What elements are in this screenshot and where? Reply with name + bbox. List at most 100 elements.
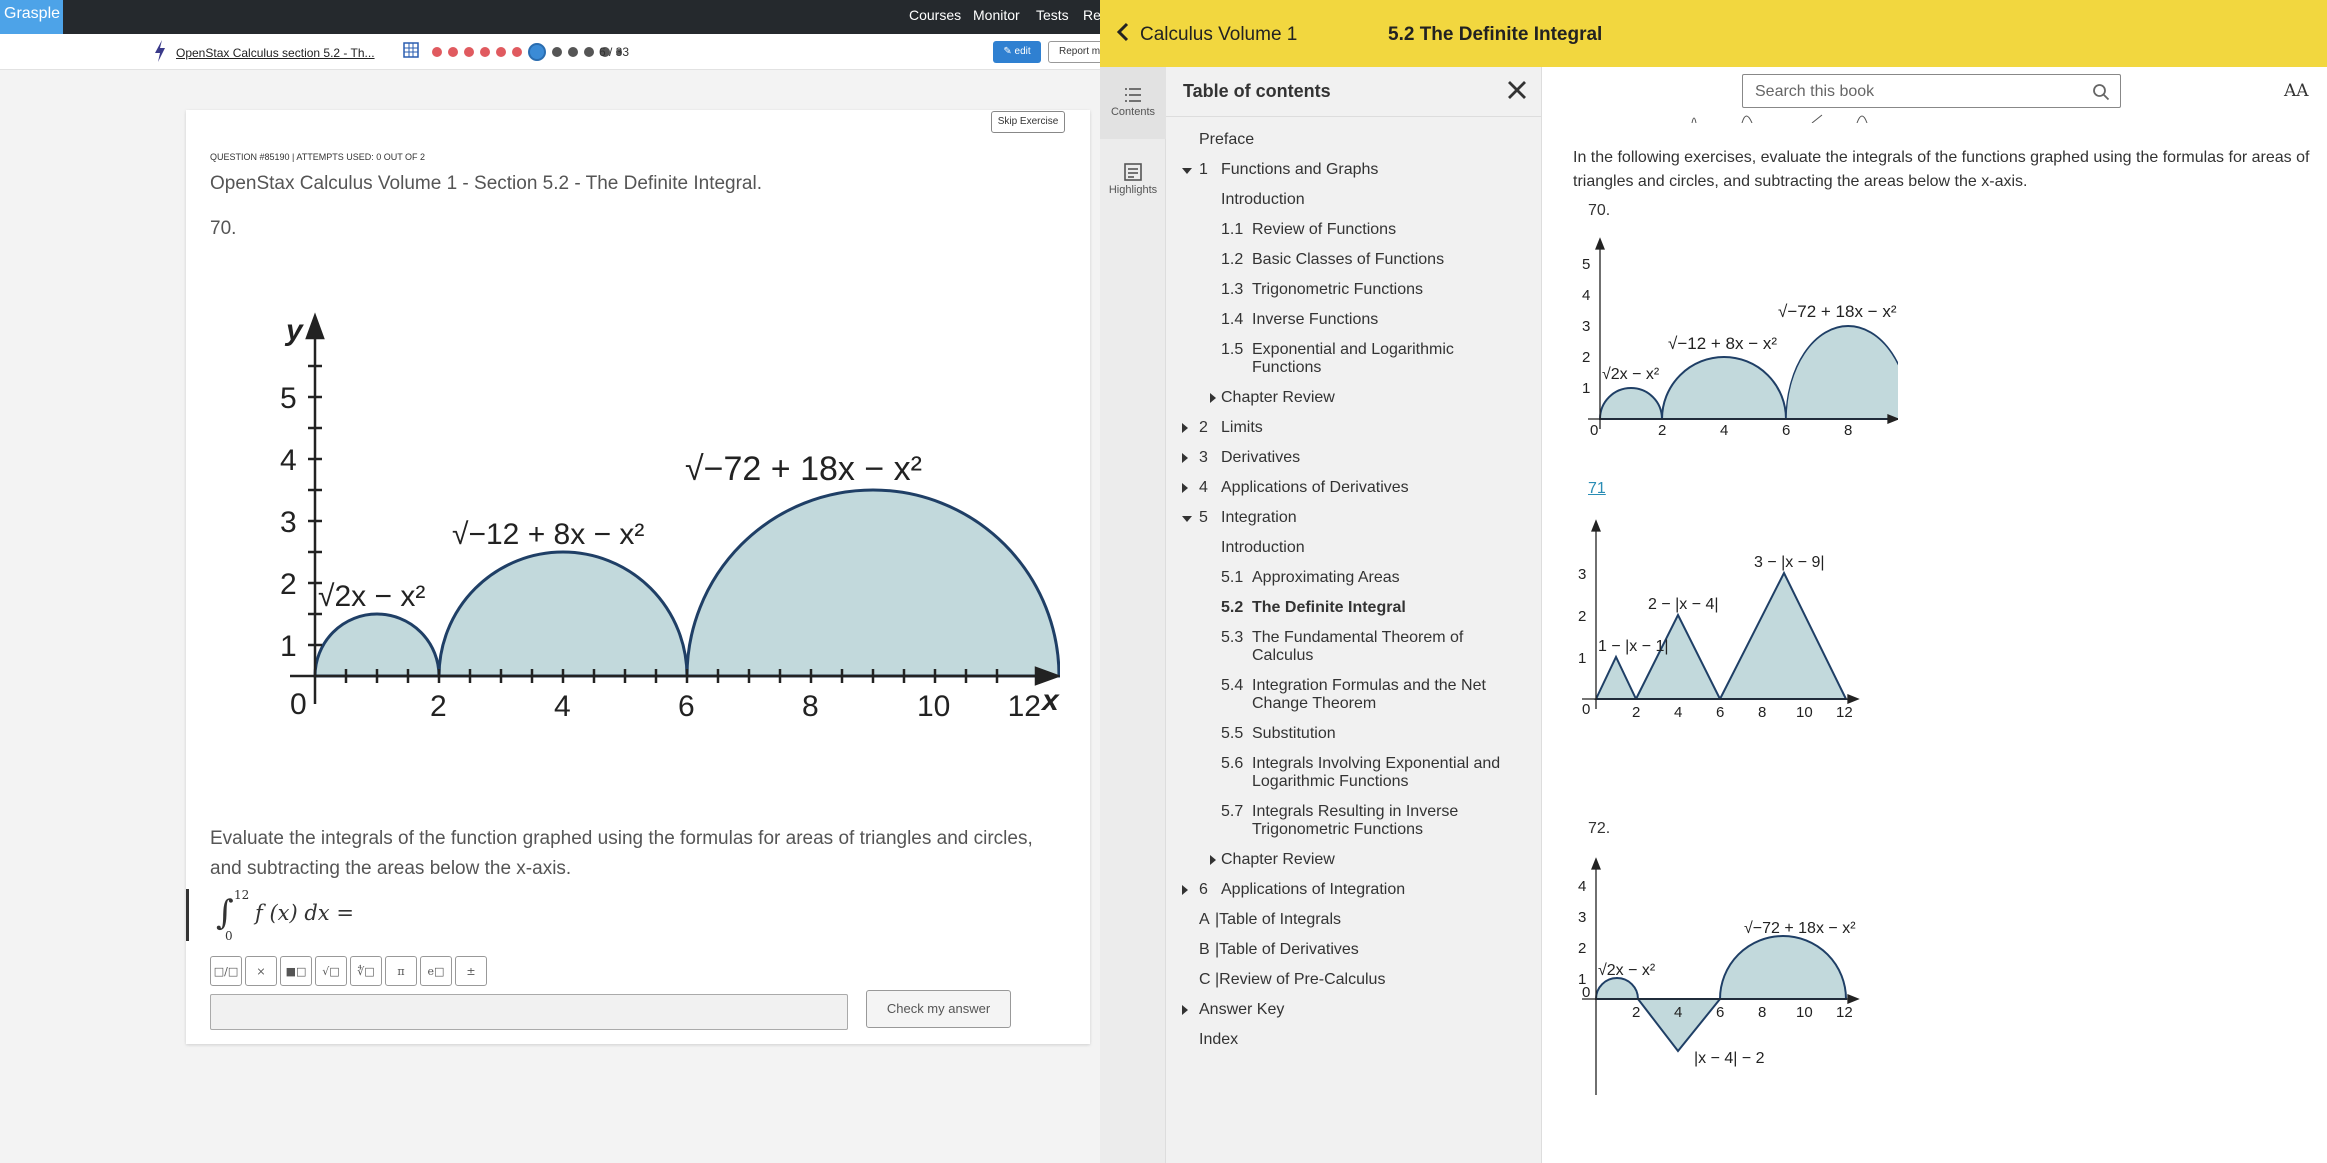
lightning-icon (155, 40, 165, 62)
nav-monitor[interactable]: Monitor (973, 7, 1020, 23)
clipped-formula-glyphs (1691, 114, 1868, 123)
mini71-tick: 6 (1716, 704, 1724, 719)
toc-item-label: Integrals Resulting in Inverse (1252, 803, 1459, 820)
mini70-tick: 0 (1590, 422, 1598, 437)
exercise-71-graph: 0 2 4 6 8 10 12 123 1 − |x − 1| 2 − |x − 4| 3 … (1578, 519, 1860, 719)
toc-item-label: Answer Key (1199, 1001, 1285, 1018)
toc-item-number: 5.4 (1221, 677, 1244, 694)
question-graph: 0 2 4 6 8 10 12 x 1 2 3 4 5 y √2x − x² √… (280, 312, 1060, 723)
toc-item-number: 5.3 (1221, 629, 1244, 646)
chevron-left-icon[interactable] (1116, 22, 1130, 42)
search-placeholder: Search this book (1755, 83, 1875, 100)
integral-sign: ∫ (216, 893, 234, 933)
caret-right-icon[interactable] (1210, 855, 1216, 865)
exercise-subbar: OpenStax Calculus section 5.2 - Th... 6 … (0, 34, 1100, 70)
nav-tests[interactable]: Tests (1036, 7, 1069, 23)
caret-right-icon[interactable] (1182, 1005, 1188, 1015)
report-mistake-button[interactable]: Report m (1048, 41, 1108, 63)
exercise-71-link[interactable]: 71 (1588, 480, 1606, 498)
toc-header: Table of contents (1166, 67, 1542, 117)
mini71-tick: 10 (1796, 704, 1813, 719)
mini71-tick: 0 (1582, 701, 1590, 718)
caret-right-icon[interactable] (1210, 393, 1216, 403)
check-answer-button[interactable]: Check my answer (866, 990, 1011, 1028)
progress-dot[interactable] (584, 47, 594, 57)
caret-right-icon[interactable] (1182, 483, 1188, 493)
progress-dot-current[interactable] (528, 43, 546, 61)
progress-dot[interactable] (432, 47, 442, 57)
mini70-ytick: 3 (1582, 318, 1590, 335)
mini72-ytick: 1 (1578, 971, 1586, 988)
progress-dot[interactable] (568, 47, 578, 57)
mini72-label-2: √−72 + 18x − x² (1744, 920, 1856, 937)
openstax-sidebar: Contents Highlights (1100, 67, 1166, 1163)
progress-dot[interactable] (448, 47, 458, 57)
skip-exercise-button[interactable]: Skip Exercise (991, 111, 1065, 133)
mini71-label-3: 3 − |x − 9| (1754, 554, 1825, 571)
mini72-ytick: 2 (1578, 940, 1586, 957)
nav-courses[interactable]: Courses (909, 7, 961, 23)
grasple-logo[interactable]: Grasple (0, 0, 63, 34)
table-of-contents: Table of contents Preface 1 Functions and … (1166, 67, 1542, 1163)
breadcrumb-course[interactable]: OpenStax Calculus section 5.2 - Th... (176, 46, 375, 60)
fraction-button[interactable]: □/□ (210, 956, 242, 986)
toc-item-label: Introduction (1221, 539, 1305, 556)
caret-down-icon[interactable] (1182, 516, 1192, 522)
toc-item-number: 1.2 (1221, 251, 1244, 268)
progress-dot[interactable] (552, 47, 562, 57)
toc-item-label: Substitution (1252, 725, 1336, 742)
edit-button[interactable]: ✎ edit (993, 41, 1041, 63)
close-icon[interactable] (1506, 79, 1528, 101)
answer-input[interactable] (210, 994, 848, 1030)
y-tick-label: 5 (280, 382, 297, 415)
mini70-ytick: 5 (1582, 256, 1590, 273)
nth-root-button[interactable]: ∜□ (350, 956, 382, 986)
caret-right-icon[interactable] (1182, 453, 1188, 463)
toc-title: Table of contents (1183, 81, 1331, 101)
toc-item-label: Applications of Integration (1221, 881, 1406, 898)
progress-dot[interactable] (496, 47, 506, 57)
mini70-ytick: 2 (1582, 349, 1590, 366)
exercise-grid-icon[interactable] (403, 42, 419, 58)
toc-item-label: Applications of Derivatives (1221, 479, 1409, 496)
x-tick-label: 0 (290, 688, 307, 721)
mini71-ytick: 2 (1578, 608, 1586, 625)
question-instruction: Evaluate the integrals of the function g… (210, 828, 1033, 879)
toc-item-number: 1.5 (1221, 341, 1244, 358)
mini72-tick: 8 (1758, 1004, 1766, 1021)
progress-dot[interactable] (512, 47, 522, 57)
toc-item-label: Index (1199, 1031, 1239, 1048)
toc-item-label-line2: Trigonometric Functions (1252, 821, 1424, 838)
semicircle-r1 (313, 612, 441, 678)
caret-right-icon[interactable] (1182, 423, 1188, 433)
mini72-tick: 6 (1716, 1004, 1724, 1021)
progress-dot[interactable] (480, 47, 490, 57)
caret-right-icon[interactable] (1182, 885, 1188, 895)
math-toolbar: □/□ × ■□ √□ ∜□ π e□ ± (210, 956, 487, 986)
book-title[interactable]: Calculus Volume 1 (1140, 24, 1297, 46)
tab-highlights[interactable]: Highlights (1100, 163, 1166, 223)
multiply-button[interactable]: × (245, 956, 277, 986)
mini72-tick: 10 (1796, 1004, 1813, 1021)
toc-item-label: Trigonometric Functions (1252, 281, 1424, 298)
search-book-input[interactable]: Search this book (1742, 74, 2121, 108)
x-axis-label: x (1040, 684, 1060, 717)
y-tick-label: 2 (280, 568, 297, 601)
toc-item-label: Chapter Review (1221, 851, 1335, 868)
progress-dot[interactable] (464, 47, 474, 57)
toc-item-label: Integrals Involving Exponential and (1252, 755, 1501, 772)
exercise-70-graph: 0246810 12345 √2x − x² √−12 + 8x − x² √−… (1582, 237, 1898, 437)
caret-down-icon[interactable] (1182, 168, 1192, 174)
search-icon[interactable] (2092, 83, 2110, 101)
mini70-ytick: 4 (1582, 287, 1590, 304)
power-button[interactable]: ■□ (280, 956, 312, 986)
x-tick-label: 8 (802, 690, 819, 723)
exp-button[interactable]: e□ (420, 956, 452, 986)
tab-contents[interactable]: Contents (1100, 67, 1166, 139)
font-size-button[interactable]: AA (2284, 81, 2309, 101)
plus-minus-button[interactable]: ± (455, 956, 487, 986)
pi-button[interactable]: π (385, 956, 417, 986)
nav-reports[interactable]: Re (1083, 7, 1101, 23)
sqrt-button[interactable]: √□ (315, 956, 347, 986)
toc-item-number: 1 (1199, 161, 1208, 178)
